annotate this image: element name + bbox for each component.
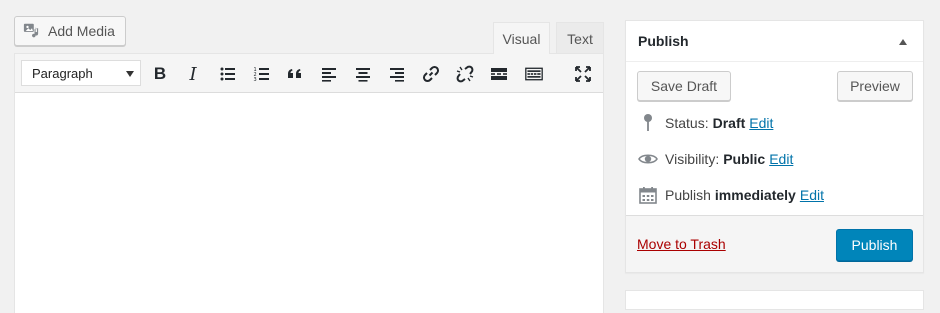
insert-link-icon	[422, 65, 440, 83]
align-left-icon	[322, 68, 336, 82]
save-draft-button[interactable]: Save Draft	[637, 71, 731, 101]
italic-button[interactable]: I	[181, 62, 205, 86]
align-center-icon	[356, 68, 370, 82]
content-editor: Paragraph B I 1 2 3	[14, 53, 604, 313]
visibility-value: Public	[723, 151, 766, 167]
align-right-icon	[390, 68, 404, 82]
chevron-down-icon	[126, 71, 134, 77]
pin-icon	[638, 113, 658, 133]
status-row: Status: Draft Edit	[638, 113, 773, 133]
add-media-label: Add Media	[48, 23, 115, 39]
align-center-button[interactable]	[351, 62, 375, 86]
fullscreen-icon	[575, 66, 591, 82]
bullet-list-button[interactable]	[216, 62, 240, 86]
visibility-row: Visibility: Public Edit	[638, 149, 793, 169]
next-metabox	[625, 290, 924, 310]
move-to-trash-link[interactable]: Move to Trash	[637, 236, 726, 252]
toolbar-toggle-button[interactable]	[522, 62, 546, 86]
numbered-list-icon: 1 2 3	[254, 67, 269, 83]
italic-icon: I	[189, 63, 197, 85]
edit-visibility-link[interactable]: Edit	[769, 151, 793, 167]
toolbar-toggle-icon	[525, 67, 543, 81]
blockquote-icon	[288, 69, 301, 78]
collapse-arrow-icon[interactable]	[899, 39, 907, 45]
calendar-icon	[638, 185, 658, 205]
publish-box: Publish Save Draft Preview Status: Draft…	[625, 20, 924, 273]
schedule-row: Publish immediately Edit	[638, 185, 824, 205]
publish-box-header[interactable]: Publish	[626, 21, 923, 62]
edit-schedule-link[interactable]: Edit	[800, 187, 824, 203]
read-more-button[interactable]	[487, 62, 511, 86]
read-more-icon	[491, 68, 507, 80]
bold-icon: B	[153, 64, 167, 83]
add-media-button[interactable]: Add Media	[14, 16, 126, 46]
align-left-button[interactable]	[317, 62, 341, 86]
editor-toolbar: Paragraph B I 1 2 3	[15, 54, 603, 93]
schedule-value: immediately	[714, 187, 796, 203]
schedule-label: Publish	[665, 187, 711, 203]
remove-link-icon	[456, 65, 474, 83]
publish-button[interactable]: Publish	[836, 229, 913, 261]
status-label: Status:	[665, 115, 709, 131]
align-right-button[interactable]	[385, 62, 409, 86]
insert-link-button[interactable]	[419, 62, 443, 86]
format-select[interactable]: Paragraph	[21, 60, 141, 86]
major-publishing-actions: Move to Trash Publish	[626, 215, 923, 272]
preview-button[interactable]: Preview	[837, 71, 913, 101]
blockquote-button[interactable]	[283, 62, 307, 86]
bullet-list-icon	[220, 67, 235, 81]
format-select-value: Paragraph	[32, 65, 93, 81]
publish-box-title: Publish	[638, 33, 689, 49]
numbered-list-button[interactable]: 1 2 3	[250, 62, 274, 86]
edit-status-link[interactable]: Edit	[749, 115, 773, 131]
editor-content-area[interactable]	[15, 93, 603, 313]
bold-button[interactable]: B	[148, 62, 172, 86]
visibility-label: Visibility:	[665, 151, 720, 167]
tab-text[interactable]: Text	[556, 22, 604, 54]
remove-link-button[interactable]	[453, 62, 477, 86]
status-value: Draft	[712, 115, 746, 131]
tab-visual[interactable]: Visual	[493, 22, 550, 54]
fullscreen-button[interactable]	[571, 62, 595, 86]
media-icon	[23, 23, 39, 38]
svg-text:3: 3	[254, 77, 257, 83]
eye-icon	[638, 149, 658, 169]
